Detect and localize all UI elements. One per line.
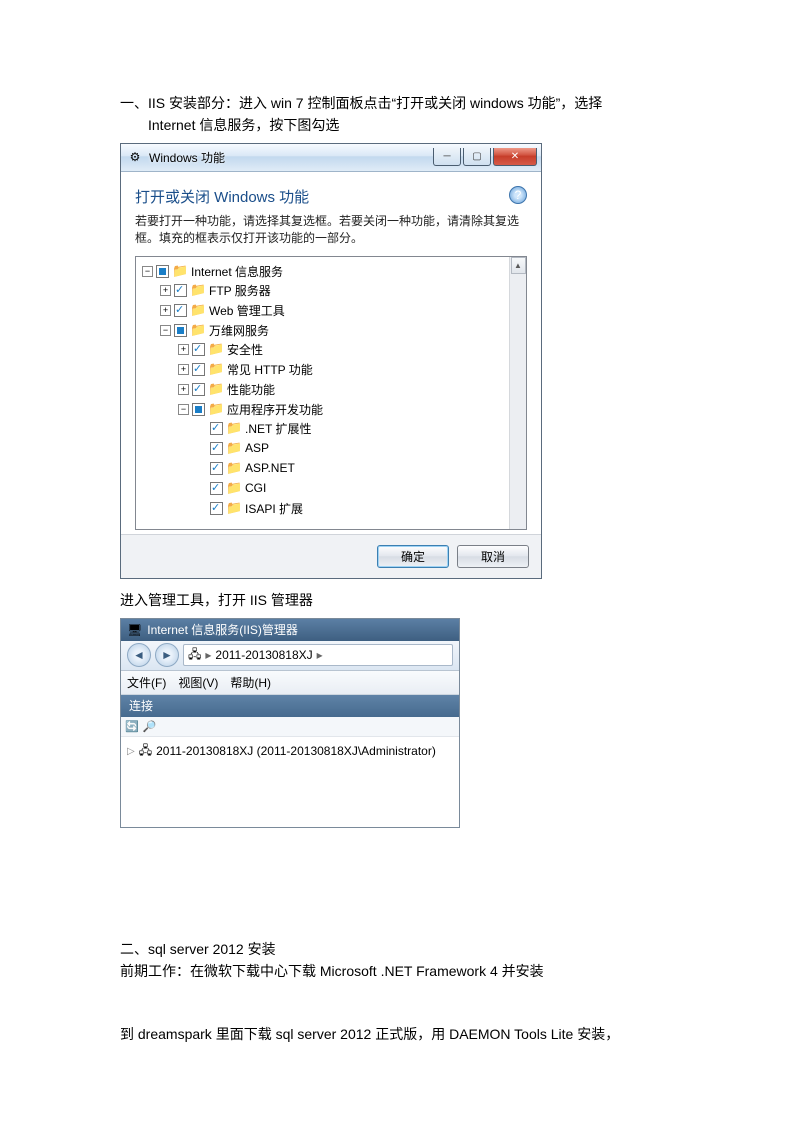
- close-button[interactable]: ✕: [493, 148, 537, 166]
- collapse-icon[interactable]: −: [160, 325, 171, 336]
- connections-header: 连接: [121, 695, 459, 717]
- checkbox-checked[interactable]: [174, 304, 187, 317]
- checkbox-checked[interactable]: [192, 363, 205, 376]
- checkbox-mixed[interactable]: [174, 324, 187, 337]
- tree-item-label[interactable]: 应用程序开发功能: [227, 401, 323, 418]
- expand-icon[interactable]: +: [160, 285, 171, 296]
- ok-button[interactable]: 确定: [377, 545, 449, 568]
- tree-item-label[interactable]: FTP 服务器: [209, 282, 271, 299]
- tree-item-label[interactable]: ASP: [245, 441, 269, 455]
- folder-icon: 📁: [190, 322, 206, 338]
- checkbox-checked[interactable]: [192, 383, 205, 396]
- after-dialog-text: 进入管理工具，打开 IIS 管理器: [120, 589, 673, 611]
- tree-item-label[interactable]: CGI: [245, 481, 266, 495]
- folder-icon: 📁: [190, 282, 206, 298]
- folder-icon: 📁: [226, 440, 242, 456]
- section-2-line-2: 前期工作：在微软下载中心下载 Microsoft .NET Framework …: [120, 960, 673, 982]
- folder-icon: 📁: [208, 401, 224, 417]
- checkbox-checked[interactable]: [210, 422, 223, 435]
- nav-forward-button[interactable]: ►: [155, 643, 179, 667]
- section-1-line-2: Internet 信息服务，按下图勾选: [120, 114, 673, 136]
- iis-titlebar[interactable]: 🖥 Internet 信息服务(IIS)管理器: [121, 619, 459, 641]
- scrollbar[interactable]: ▲: [509, 257, 526, 529]
- tree-item-label[interactable]: 安全性: [227, 341, 263, 358]
- folder-icon: 📁: [226, 480, 242, 496]
- checkbox-checked[interactable]: [210, 502, 223, 515]
- nav-back-button[interactable]: ◄: [127, 643, 151, 667]
- panel-toolbar: 🔄 🔎: [121, 717, 459, 737]
- minimize-button[interactable]: ─: [433, 148, 461, 166]
- toolbar-icon[interactable]: 🔎: [143, 720, 157, 733]
- tree-item-label[interactable]: .NET 扩展性: [245, 420, 311, 437]
- maximize-button[interactable]: ▢: [463, 148, 491, 166]
- iis-icon: 🖥: [127, 623, 142, 637]
- iis-navbar: ◄ ► 🖧 ▸ 2011-20130818XJ ▸: [121, 641, 459, 671]
- scroll-up[interactable]: ▲: [511, 257, 526, 274]
- section-2-line-1: 二、sql server 2012 安装: [120, 938, 673, 960]
- expand-icon[interactable]: +: [160, 305, 171, 316]
- folder-icon: 📁: [190, 302, 206, 318]
- folder-icon: 📁: [226, 420, 242, 436]
- breadcrumb-label: 2011-20130818XJ: [215, 648, 312, 662]
- chevron-right-icon: ▸: [317, 648, 323, 662]
- tree-item-label[interactable]: 常见 HTTP 功能: [227, 361, 313, 378]
- folder-icon: 📁: [208, 341, 224, 357]
- server-node[interactable]: ▷ 🖧 2011-20130818XJ (2011-20130818XJ\Adm…: [121, 737, 459, 766]
- help-icon[interactable]: ?: [509, 186, 527, 204]
- checkbox-checked[interactable]: [210, 462, 223, 475]
- gear-icon: ⚙: [127, 149, 143, 165]
- spacer: [196, 463, 207, 474]
- checkbox-mixed[interactable]: [156, 265, 169, 278]
- folder-icon: 📁: [226, 460, 242, 476]
- tree-item-label[interactable]: Internet 信息服务: [191, 263, 283, 280]
- dialog-titlebar[interactable]: ⚙ Windows 功能 ─ ▢ ✕: [121, 144, 541, 172]
- windows-features-dialog: ⚙ Windows 功能 ─ ▢ ✕ 打开或关闭 Windows 功能 ? 若要…: [120, 143, 542, 580]
- collapse-icon[interactable]: −: [178, 404, 189, 415]
- section-1-line-1: 一、IIS 安装部分：进入 win 7 控制面板点击“打开或关闭 windows…: [120, 92, 673, 114]
- feature-tree[interactable]: ▲ − 📁 Internet 信息服务: [135, 256, 527, 530]
- tree-item-label[interactable]: 性能功能: [227, 381, 275, 398]
- checkbox-checked[interactable]: [192, 343, 205, 356]
- spacer: [196, 423, 207, 434]
- iis-manager-window: 🖥 Internet 信息服务(IIS)管理器 ◄ ► 🖧 ▸ 2011-201…: [120, 618, 460, 828]
- breadcrumb[interactable]: 🖧 ▸ 2011-20130818XJ ▸: [183, 644, 453, 666]
- server-icon: 🖧: [188, 645, 201, 666]
- checkbox-checked[interactable]: [210, 442, 223, 455]
- spacer: [196, 503, 207, 514]
- cancel-button[interactable]: 取消: [457, 545, 529, 568]
- spacer: [196, 443, 207, 454]
- expand-icon[interactable]: +: [178, 364, 189, 375]
- expand-icon[interactable]: ▷: [127, 746, 135, 757]
- section-2-line-3: 到 dreamspark 里面下载 sql server 2012 正式版，用 …: [120, 1023, 673, 1045]
- spacer: [196, 483, 207, 494]
- dialog-title: Windows 功能: [149, 149, 433, 166]
- tree-item-label[interactable]: 万维网服务: [209, 322, 269, 339]
- iis-title-text: Internet 信息服务(IIS)管理器: [147, 621, 298, 638]
- folder-icon: 📁: [208, 361, 224, 377]
- tree-item-label[interactable]: ISAPI 扩展: [245, 500, 303, 517]
- toolbar-icon[interactable]: 🔄: [125, 720, 139, 733]
- expand-icon[interactable]: +: [178, 344, 189, 355]
- menu-bar: 文件(F) 视图(V) 帮助(H): [121, 671, 459, 695]
- checkbox-mixed[interactable]: [192, 403, 205, 416]
- dialog-heading: 打开或关闭 Windows 功能: [135, 186, 309, 207]
- collapse-icon[interactable]: −: [142, 266, 153, 277]
- chevron-right-icon: ▸: [205, 648, 211, 662]
- checkbox-checked[interactable]: [210, 482, 223, 495]
- menu-help[interactable]: 帮助(H): [230, 674, 271, 691]
- menu-view[interactable]: 视图(V): [178, 674, 218, 691]
- folder-icon: 📁: [172, 263, 188, 279]
- tree-item-label[interactable]: Web 管理工具: [209, 302, 285, 319]
- tree-item-label[interactable]: ASP.NET: [245, 461, 295, 475]
- dialog-description: 若要打开一种功能，请选择其复选框。若要关闭一种功能，请清除其复选框。填充的框表示…: [135, 213, 527, 247]
- server-icon: 🖧: [139, 741, 152, 762]
- checkbox-checked[interactable]: [174, 284, 187, 297]
- expand-icon[interactable]: +: [178, 384, 189, 395]
- menu-file[interactable]: 文件(F): [127, 674, 166, 691]
- folder-icon: 📁: [208, 381, 224, 397]
- folder-icon: 📁: [226, 500, 242, 516]
- server-node-label: 2011-20130818XJ (2011-20130818XJ\Adminis…: [156, 744, 436, 758]
